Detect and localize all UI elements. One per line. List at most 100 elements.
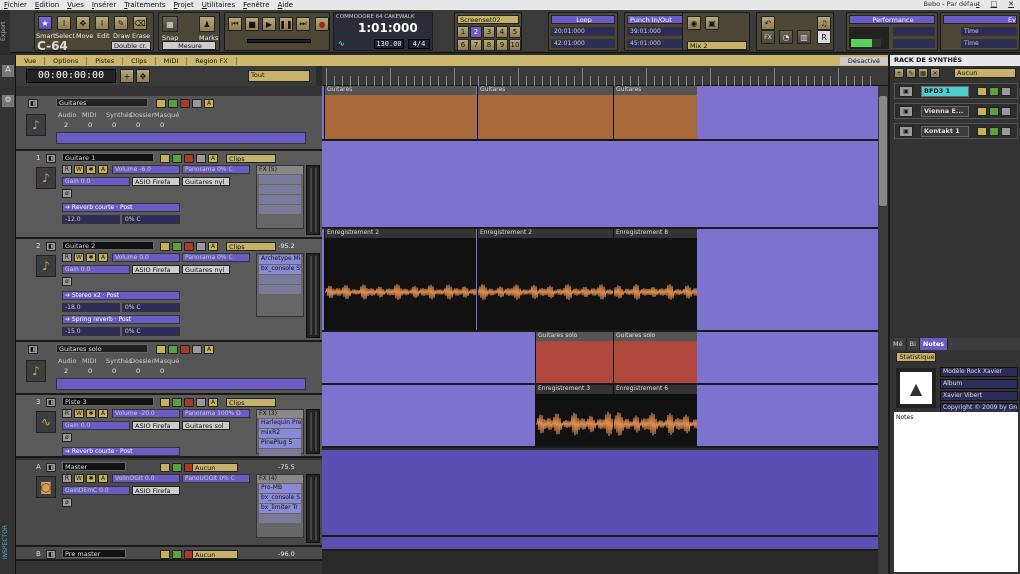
- write-icon[interactable]: W: [74, 165, 84, 174]
- send-pan[interactable]: 0% C: [122, 303, 180, 312]
- send-level[interactable]: -18.0: [62, 303, 120, 312]
- folder-m-icon[interactable]: [160, 550, 170, 559]
- r-arm-icon[interactable]: R: [817, 30, 831, 44]
- output-dropdown[interactable]: Guitares nyl: [182, 265, 230, 274]
- clip-lane[interactable]: Guitares Guitares Guitares: [322, 86, 878, 141]
- midi-icon[interactable]: ▥: [797, 30, 811, 44]
- fx-bin[interactable]: FX (3) Harlequin Pres mixR2 PinePlug 5: [256, 409, 304, 456]
- fx-plugin[interactable]: Harlequin Pres: [259, 419, 301, 428]
- loop-title[interactable]: Loop: [551, 15, 615, 24]
- erase-tool-icon[interactable]: ⌫: [133, 16, 147, 30]
- mute-icon[interactable]: [172, 398, 182, 407]
- phase-icon[interactable]: ø: [62, 277, 72, 286]
- track-collapse-icon[interactable]: ◧: [28, 345, 38, 354]
- fx-bin[interactable]: FX (5): [256, 165, 304, 229]
- fx-star-icon[interactable]: ✱: [86, 474, 96, 483]
- project-image-icon[interactable]: ▲: [896, 368, 936, 408]
- snap-grid-icon[interactable]: ▦: [162, 16, 178, 32]
- screenset-button[interactable]: 8: [483, 39, 495, 51]
- pan-slider[interactable]: PanoUOGlt 0% C: [182, 474, 250, 483]
- phase-icon[interactable]: ø: [62, 433, 72, 442]
- folder-m-icon[interactable]: [160, 398, 170, 407]
- synth-on-icon[interactable]: [989, 87, 999, 96]
- mute-icon[interactable]: [172, 242, 182, 251]
- track-strip[interactable]: 1 ◧ Guitare 1 A Clips ♪ R W ✱ A Volume -6.0 Panoram…: [16, 151, 322, 239]
- screenset-button[interactable]: 5: [509, 26, 521, 38]
- timecode-display[interactable]: 00:00:00:00: [26, 69, 116, 83]
- folder-track[interactable]: ◧ Guitares A ♪ Audio 2 MIDI 0 Synthés 0 Dossier 0 Ma…: [16, 96, 322, 151]
- inspector-label[interactable]: INSPECTOR: [2, 525, 9, 559]
- camera-icon[interactable]: ◉: [687, 16, 701, 30]
- folder-m-icon[interactable]: [160, 154, 170, 163]
- track-collapse-icon[interactable]: ◧: [46, 242, 56, 251]
- a-icon[interactable]: A: [208, 154, 218, 163]
- export-label[interactable]: Export: [0, 10, 10, 53]
- write-icon[interactable]: W: [74, 409, 84, 418]
- fx-plugin[interactable]: Archetype Mini: [259, 255, 301, 264]
- phase-icon[interactable]: ø: [62, 189, 72, 198]
- track-collapse-icon[interactable]: ◧: [46, 154, 56, 163]
- folder-m-icon[interactable]: [160, 242, 170, 251]
- view-menu-clips[interactable]: Clips: [123, 56, 156, 65]
- monitor-icon[interactable]: [196, 398, 206, 407]
- menu-fichier[interactable]: Fichier: [0, 1, 31, 9]
- volume-slider[interactable]: Volume -20.0: [112, 409, 180, 418]
- send-dropdown[interactable]: ➔ Reverb courte · Post: [62, 203, 180, 212]
- send2-level[interactable]: -15.0: [62, 327, 120, 336]
- gain-slider[interactable]: GainDEmC 0.0: [62, 486, 130, 495]
- ev-title[interactable]: Ev: [943, 15, 1017, 24]
- auto-icon[interactable]: A: [98, 409, 108, 418]
- smart-tool-icon[interactable]: ★: [38, 16, 52, 30]
- fx-slot[interactable]: [259, 195, 301, 204]
- scrollbar-thumb[interactable]: [879, 96, 887, 206]
- synth-name[interactable]: Vienna E...: [921, 106, 969, 117]
- fx-bypass-icon[interactable]: FX: [761, 30, 775, 44]
- track-strip[interactable]: 3 ◧ Piste 3 A Clips ∿ R W ✱ A Volume -20.0 Panorama…: [16, 395, 322, 458]
- synth-slot[interactable]: ▣ Kontakt 1: [894, 123, 1018, 139]
- fx-plugin[interactable]: bx_limiter Tr: [259, 504, 301, 513]
- track-name[interactable]: Pre master: [62, 549, 126, 558]
- audio-icon[interactable]: ♫: [817, 16, 831, 30]
- fx-plugin[interactable]: bx_console S: [259, 494, 301, 503]
- track-filter-dropdown[interactable]: Tout: [248, 70, 310, 82]
- track-collapse-icon[interactable]: ◧: [46, 398, 56, 407]
- inspector-tool-icon[interactable]: A: [2, 65, 14, 77]
- output-route-dropdown[interactable]: Aucun: [192, 463, 238, 472]
- notes-textarea[interactable]: Notes: [894, 412, 1018, 572]
- menu-traitements[interactable]: Traitements: [120, 1, 169, 9]
- fx-star-icon[interactable]: ✱: [86, 409, 96, 418]
- rack-filter-dropdown[interactable]: Aucun: [954, 68, 1016, 78]
- gain-slider[interactable]: Gain 0.0: [62, 177, 130, 186]
- loop-start[interactable]: 20:01:000: [551, 27, 615, 36]
- output-dropdown[interactable]: Guitares sol: [182, 421, 230, 430]
- draw-tool-icon[interactable]: ✎: [114, 16, 128, 30]
- mute-icon[interactable]: [168, 345, 178, 354]
- record-icon[interactable]: ●: [315, 17, 329, 31]
- mute-icon[interactable]: [172, 550, 182, 559]
- track-collapse-icon[interactable]: ◧: [46, 463, 56, 472]
- menu-aide[interactable]: Aide: [274, 1, 298, 9]
- play-icon[interactable]: ▶: [262, 17, 276, 31]
- monitor-icon[interactable]: [196, 154, 206, 163]
- marks-icon[interactable]: ♟: [199, 16, 215, 32]
- volume-slider[interactable]: Volume 0.0: [112, 253, 180, 262]
- clip-lane[interactable]: Enregistrement 2 Enregistrement 2 Enregist…: [322, 229, 878, 332]
- volume-slider[interactable]: Volume -6.0: [112, 165, 180, 174]
- subtab-statistique[interactable]: Statistique: [896, 352, 936, 362]
- track-name[interactable]: Guitare 1: [62, 153, 154, 162]
- screenset-button[interactable]: 10: [509, 39, 521, 51]
- fx-star-icon[interactable]: ✱: [86, 253, 96, 262]
- screenset-button[interactable]: 9: [496, 39, 508, 51]
- clip[interactable]: Guitares solo: [535, 332, 613, 383]
- synth-freeze-icon[interactable]: [977, 87, 987, 96]
- tab-notes[interactable]: Notes: [919, 338, 949, 350]
- screenset-button[interactable]: 3: [483, 26, 495, 38]
- write-icon[interactable]: W: [74, 474, 84, 483]
- fx-slot[interactable]: [259, 205, 301, 214]
- track-name[interactable]: Guitare 2: [62, 241, 154, 250]
- track-strip[interactable]: B◧Pre masterAAucun-96.0: [16, 547, 322, 561]
- fx-star-icon[interactable]: ✱: [86, 165, 96, 174]
- solo-icon[interactable]: [180, 99, 190, 108]
- close-icon[interactable]: ✕: [1004, 0, 1018, 8]
- fx-slot[interactable]: [259, 449, 301, 456]
